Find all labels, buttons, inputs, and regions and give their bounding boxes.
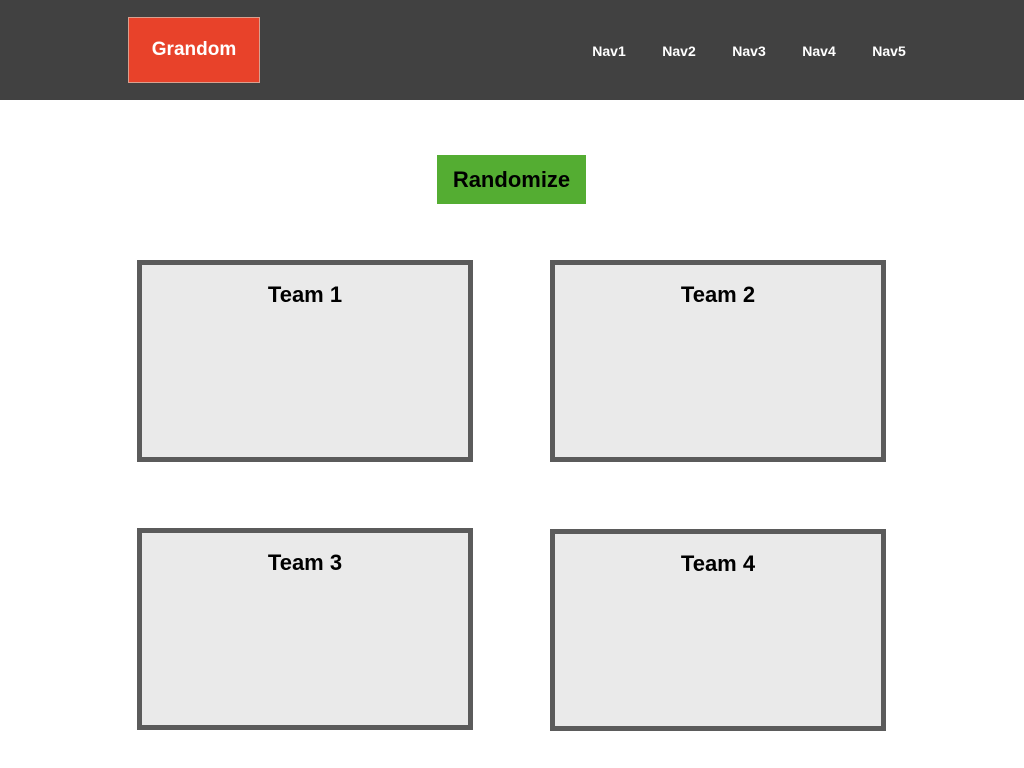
nav-bar: Nav1 Nav2 Nav3 Nav4 Nav5 (574, 40, 924, 62)
nav-item-5[interactable]: Nav5 (854, 40, 924, 62)
team-box-3: Team 3 (137, 528, 473, 730)
team-box-1: Team 1 (137, 260, 473, 462)
team-title-1: Team 1 (267, 282, 343, 307)
team-box-2: Team 2 (550, 260, 886, 462)
nav-item-2[interactable]: Nav2 (644, 40, 714, 62)
team-title-4: Team 4 (680, 551, 756, 576)
nav-item-4[interactable]: Nav4 (784, 40, 854, 62)
team-box-4: Team 4 (550, 529, 886, 731)
nav-item-1[interactable]: Nav1 (574, 40, 644, 62)
logo[interactable]: Grandom (128, 17, 260, 83)
header: Grandom Nav1 Nav2 Nav3 Nav4 Nav5 (0, 0, 1024, 100)
nav-item-3[interactable]: Nav3 (714, 40, 784, 62)
team-title-3: Team 3 (267, 550, 343, 575)
randomize-button[interactable]: Randomize (437, 155, 586, 204)
team-title-2: Team 2 (680, 282, 756, 307)
page: Grandom Nav1 Nav2 Nav3 Nav4 Nav5 Randomi… (0, 0, 1024, 768)
